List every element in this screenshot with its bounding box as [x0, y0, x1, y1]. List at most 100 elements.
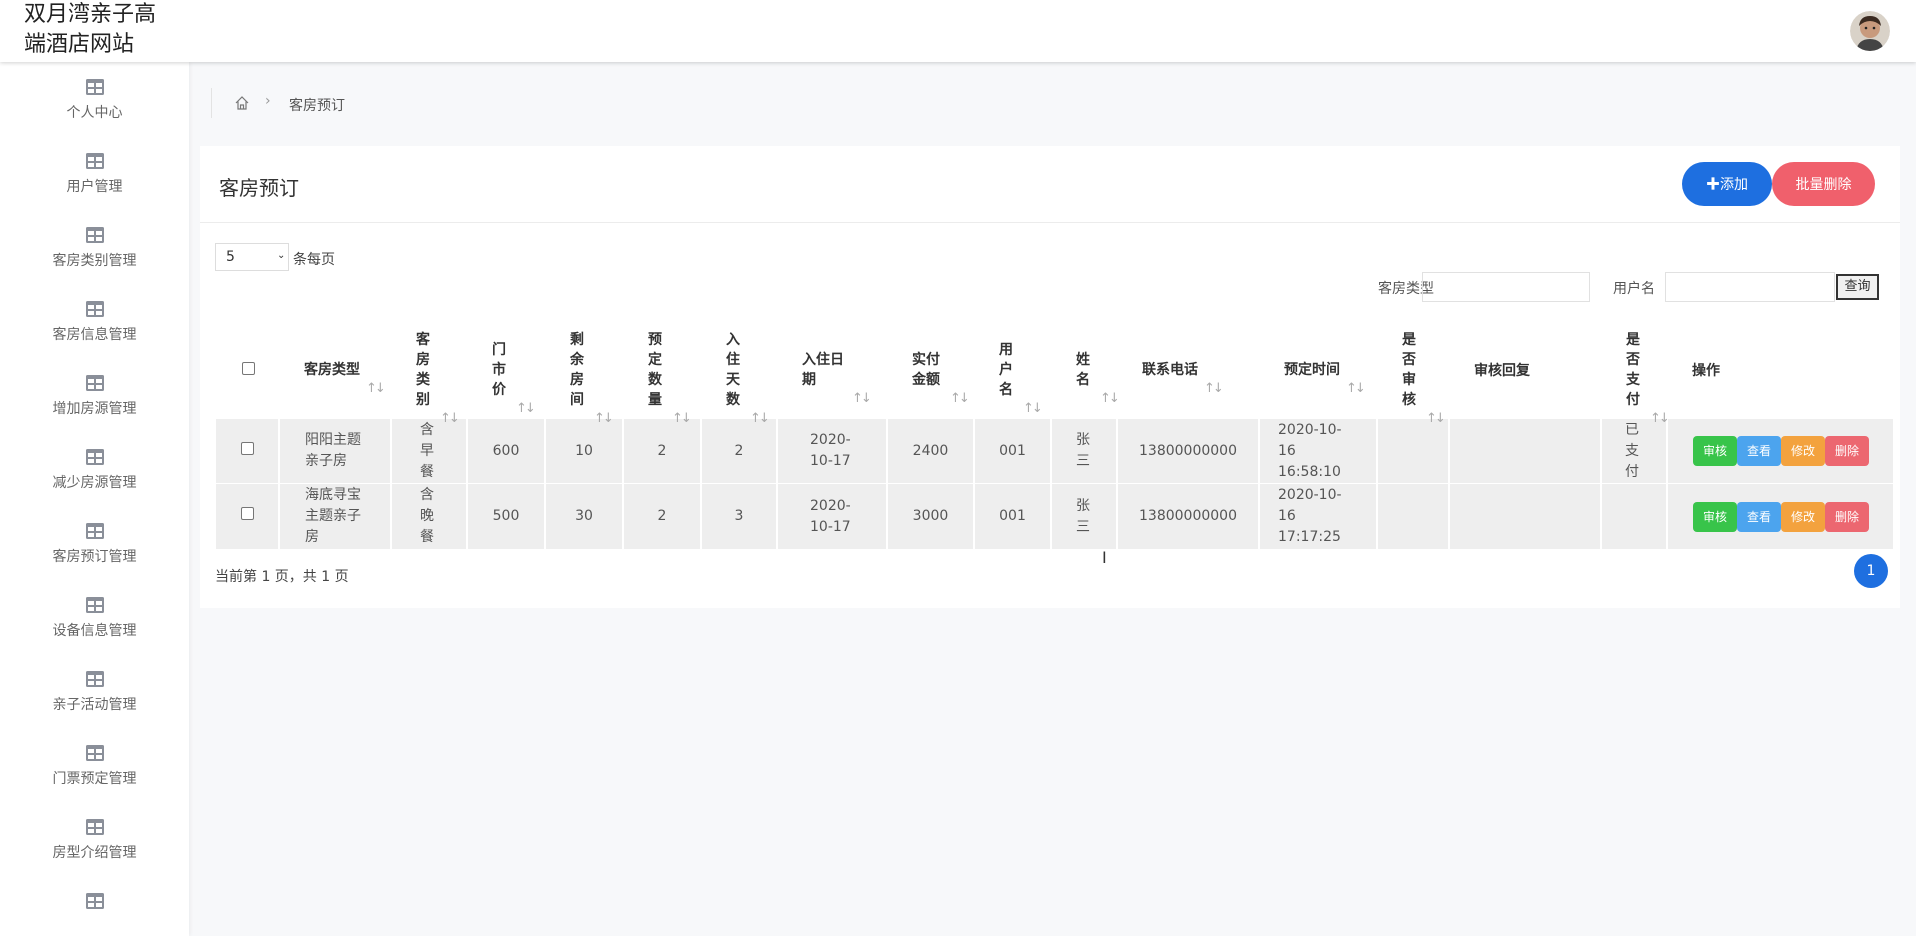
- sidebar-item-label: 客房信息管理: [52, 327, 137, 343]
- sidebar-item[interactable]: 客房预订管理: [0, 522, 189, 596]
- sidebar-item-label: 亲子活动管理: [52, 697, 137, 713]
- table-cell: 海底寻宝主题亲子房: [280, 484, 392, 549]
- column-header[interactable]: 用户名 ↑↓: [975, 322, 1052, 419]
- table-icon: [86, 671, 104, 687]
- table-cell: [1378, 419, 1450, 484]
- sort-icon[interactable]: ↑↓: [1426, 411, 1446, 426]
- sort-icon[interactable]: ↑↓: [672, 411, 692, 426]
- sort-icon[interactable]: ↑↓: [750, 411, 770, 426]
- table-icon: [86, 819, 104, 835]
- booking-table: 客房类型 ↑↓ 客房类别 ↑↓ 门市价 ↑↓ 剩余房间 ↑↓ 预定数量 ↑↓ 入住天数 ↑↓ 入住日期 ↑…: [216, 322, 1895, 549]
- username-search-input[interactable]: [1665, 272, 1835, 302]
- edit-button[interactable]: 修改: [1781, 436, 1825, 466]
- sort-icon[interactable]: ↑↓: [950, 391, 970, 406]
- sidebar-item[interactable]: 客房类别管理: [0, 226, 189, 300]
- column-header[interactable]: 剩余房间 ↑↓: [546, 322, 624, 426]
- cell-value: 2020-10-16 16:58:10: [1278, 421, 1342, 480]
- table-cell: 3000: [888, 484, 975, 549]
- sort-icon[interactable]: ↑↓: [1346, 381, 1366, 396]
- cell-value: 2020-10-17: [810, 432, 851, 469]
- table-cell: 2020-10-16 17:17:25: [1260, 484, 1378, 549]
- column-header-label: 姓名: [1076, 352, 1090, 388]
- column-header[interactable]: 入住日期 ↑↓: [778, 322, 888, 419]
- delete-button[interactable]: 删除: [1825, 436, 1869, 466]
- table-cell: 含晚餐: [392, 484, 468, 549]
- table-cell: 2: [702, 419, 778, 484]
- review-button[interactable]: 审核: [1693, 501, 1737, 532]
- sidebar-item[interactable]: 设备信息管理: [0, 596, 189, 670]
- home-icon[interactable]: [234, 95, 250, 115]
- column-header-label: 入住天数: [726, 332, 740, 408]
- table-icon: [86, 523, 104, 539]
- sort-icon[interactable]: ↑↓: [366, 381, 386, 396]
- column-header[interactable]: 是否支付 ↑↓: [1602, 322, 1670, 426]
- table-cell: [1450, 484, 1602, 549]
- page-1-button[interactable]: 1: [1854, 554, 1888, 588]
- review-button[interactable]: 审核: [1693, 436, 1737, 466]
- table-cell: 2400: [888, 419, 975, 484]
- query-button[interactable]: 查询: [1836, 274, 1879, 300]
- table-cell: 30: [546, 484, 624, 549]
- sort-icon[interactable]: ↑↓: [1023, 401, 1043, 416]
- sidebar-item[interactable]: 减少房源管理: [0, 448, 189, 522]
- sidebar-item[interactable]: 房型介绍管理: [0, 818, 189, 892]
- select-all-checkbox[interactable]: [241, 361, 255, 375]
- sidebar-item[interactable]: 亲子活动管理: [0, 670, 189, 744]
- cell-value: 600: [492, 442, 520, 459]
- cell-value: 10: [575, 442, 593, 459]
- sort-icon[interactable]: ↑↓: [516, 401, 536, 416]
- table-cell: [1450, 419, 1602, 484]
- table-cell: 13800000000: [1118, 484, 1260, 549]
- table-cell: 2020-10-17: [778, 419, 888, 484]
- column-header[interactable]: 是否审核 ↑↓: [1378, 322, 1450, 426]
- text-cursor-icon: I: [1102, 548, 1107, 567]
- sort-icon[interactable]: ↑↓: [1100, 391, 1120, 406]
- sidebar-item[interactable]: 用户管理: [0, 152, 189, 226]
- column-header[interactable]: 入住天数 ↑↓: [702, 322, 778, 426]
- cell-value: 含晚餐: [420, 487, 434, 545]
- sidebar-item-label: 门票预定管理: [52, 771, 137, 787]
- column-header[interactable]: 实付金额 ↑↓: [888, 322, 975, 419]
- sort-icon[interactable]: ↑↓: [440, 411, 460, 426]
- sort-icon[interactable]: ↑↓: [1650, 411, 1670, 426]
- pagination-summary: 当前第 1 页，共 1 页: [215, 569, 349, 585]
- view-button[interactable]: 查看: [1737, 436, 1781, 466]
- table-row[interactable]: 海底寻宝主题亲子房 含晚餐 500 30 2 3 2020-10-17 3000 001 张三 13…: [216, 484, 1895, 549]
- cell-value: 已支付: [1625, 421, 1639, 480]
- cell-value: 30: [575, 508, 593, 524]
- sort-icon[interactable]: ↑↓: [852, 391, 872, 406]
- sidebar-item[interactable]: [0, 892, 189, 936]
- sidebar-item-label: 减少房源管理: [52, 475, 137, 491]
- column-header[interactable]: 门市价 ↑↓: [468, 322, 546, 419]
- column-header[interactable]: 预定时间 ↑↓: [1260, 322, 1378, 419]
- sort-icon[interactable]: ↑↓: [594, 411, 614, 426]
- row-checkbox[interactable]: [240, 507, 254, 520]
- column-header[interactable]: 姓名 ↑↓: [1052, 322, 1120, 419]
- sidebar-item[interactable]: 客房信息管理: [0, 300, 189, 374]
- sort-icon[interactable]: ↑↓: [1204, 381, 1224, 396]
- table-cell: 13800000000: [1118, 419, 1260, 484]
- view-button[interactable]: 查看: [1737, 501, 1781, 532]
- cell-value: 13800000000: [1139, 442, 1237, 459]
- add-button[interactable]: ✚添加: [1682, 162, 1772, 206]
- batch-delete-button[interactable]: 批量删除: [1772, 162, 1875, 206]
- avatar[interactable]: [1850, 11, 1890, 51]
- delete-button[interactable]: 删除: [1825, 501, 1869, 532]
- room-type-search-input[interactable]: [1422, 272, 1590, 302]
- row-checkbox[interactable]: [240, 441, 254, 455]
- sidebar-item[interactable]: 个人中心: [0, 78, 189, 152]
- column-header: 操作: [1668, 322, 1895, 419]
- edit-button[interactable]: 修改: [1781, 501, 1825, 532]
- table-row[interactable]: 阳阳主题亲子房 含早餐 600 10 2 2 2020-10-17 2400 001 张三 1380…: [216, 419, 1895, 484]
- sidebar-item-label: 房型介绍管理: [52, 845, 137, 861]
- column-header-label: 客房类别: [416, 332, 430, 408]
- column-header[interactable]: 预定数量 ↑↓: [624, 322, 702, 426]
- column-header[interactable]: 客房类别 ↑↓: [392, 322, 468, 426]
- table-cell: 3: [702, 484, 778, 549]
- column-header[interactable]: 联系电话 ↑↓: [1118, 322, 1260, 419]
- sidebar-item[interactable]: 增加房源管理: [0, 374, 189, 448]
- column-header[interactable]: 客房类型 ↑↓: [280, 322, 392, 419]
- chevron-right-icon: ›: [265, 93, 271, 109]
- cell-value: 500: [492, 508, 520, 524]
- sidebar-item[interactable]: 门票预定管理: [0, 744, 189, 818]
